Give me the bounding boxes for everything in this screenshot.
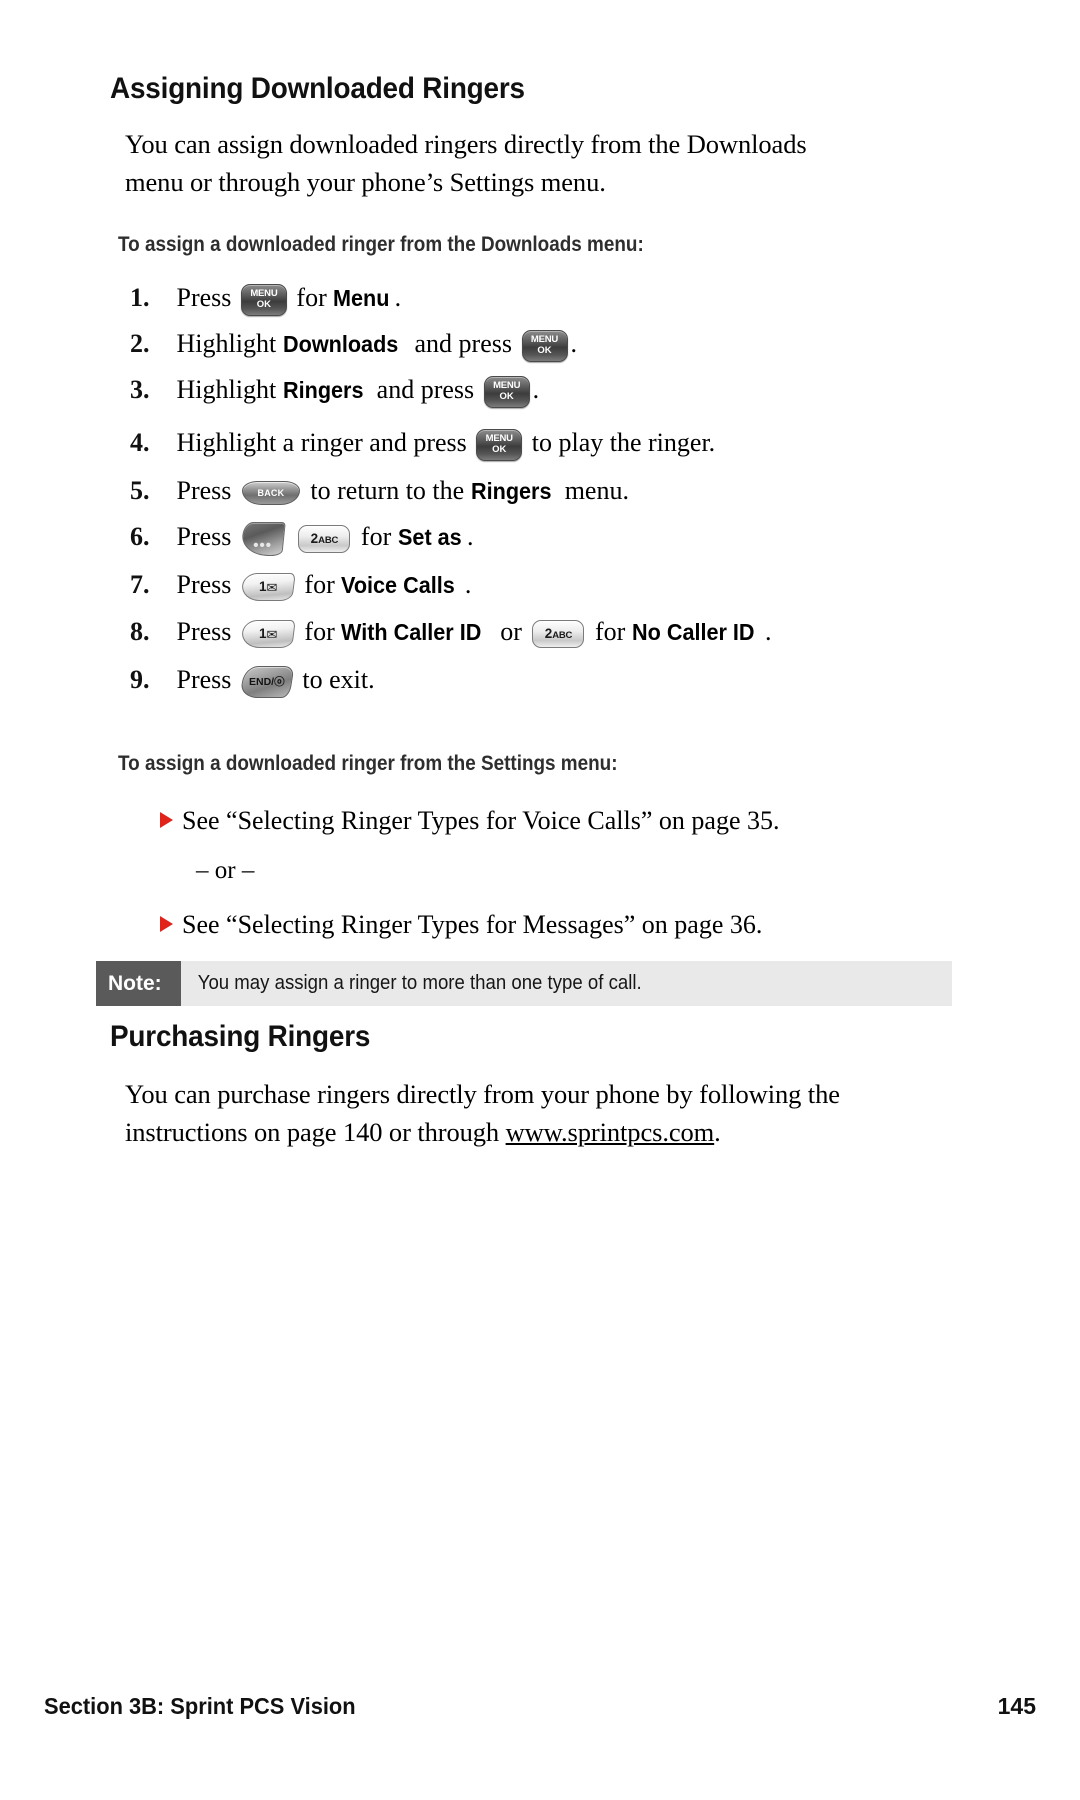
one-message-key-icon: 1✉ [240,573,296,602]
step-bold-label-2: No Caller ID [631,619,755,645]
step-text: Highlight [176,375,277,404]
two-abc-key-icon: 2ABC [298,525,351,554]
step-text: Press [176,476,232,505]
subheading-settings-menu: To assign a downloaded ringer from the S… [118,752,618,775]
intro-paragraph: You can assign downloaded ringers direct… [125,125,807,201]
list-item: 9. Press END/ⓞ to exit. [130,663,375,699]
step-text-mid: for [360,522,392,551]
purchasing-line-2: instructions on page 140 or through www.… [125,1113,840,1151]
step-number: 4. [130,428,150,457]
step-text: Press [176,283,232,312]
cross-reference-item: See “Selecting Ringer Types for Messages… [160,908,762,942]
step-bold-label: Set as [397,524,462,550]
menu-ok-key-icon: MENU OK [483,376,530,409]
page-title-purchasing-ringers: Purchasing Ringers [110,1020,371,1053]
list-item: 4. Highlight a ringer and press MENU OK t… [130,426,716,462]
step-punct: . [765,617,772,646]
options-softkey-icon: ••• [240,522,286,557]
step-text: Press [176,617,232,646]
step-bold-label: Menu [333,285,390,311]
list-item: 7. Press 1✉ for Voice Calls. [130,568,471,602]
menu-ok-key-icon: MENU OK [476,429,523,462]
step-text: Press [176,522,232,551]
step-punct: . [464,570,472,599]
step-punct: . [466,522,474,551]
page-footer: Section 3B: Sprint PCS Vision 145 [44,1690,1036,1722]
triangle-bullet-icon [160,812,173,828]
step-bold-label: With Caller ID [341,619,482,645]
sprintpcs-link[interactable]: www.sprintpcs.com [506,1117,715,1147]
step-punct: . [570,329,578,358]
or-separator: – or – [196,857,255,884]
step-text: Highlight a ringer and press [176,428,467,457]
purchasing-line-1: You can purchase ringers directly from y… [125,1079,840,1109]
end-power-key-icon: END/ⓞ [239,666,295,699]
step-text-mid: for [304,570,335,599]
menu-ok-key-icon: MENU OK [521,330,568,363]
step-number: 7. [130,570,150,599]
step-number: 2. [130,329,150,358]
step-text-post: menu. [564,476,629,505]
menu-ok-key-icon: MENU OK [240,284,287,317]
step-text-mid: and press [376,375,475,404]
list-item: 5. Press BACK to return to the Ringers m… [130,474,629,508]
step-text: Press [176,570,232,599]
note-label: Note: [96,961,181,1006]
intro-line-1: You can assign downloaded ringers direct… [125,129,807,159]
step-number: 8. [130,617,150,646]
step-number: 3. [130,375,150,404]
list-item: 8. Press 1✉ for With Caller ID or 2ABC f… [130,615,772,649]
document-page: Assigning Downloaded Ringers You can ass… [0,0,1080,1800]
step-bold-label: Ringers [470,478,552,504]
list-item: 1. Press MENU OK for Menu. [130,281,402,317]
subheading-downloads-menu: To assign a downloaded ringer from the D… [118,233,644,256]
list-item: 6. Press ••• 2ABC for Set as. [130,520,474,557]
page-number: 145 [997,1692,1036,1719]
step-text-mid: for [296,283,327,312]
step-punct: . [532,375,540,404]
purchasing-paragraph: You can purchase ringers directly from y… [125,1075,840,1151]
step-bold-label: Downloads [282,331,398,357]
cross-reference-text: See “Selecting Ringer Types for Messages… [182,910,763,939]
purchasing-line-2-post: . [714,1117,721,1147]
two-abc-key-icon: 2ABC [532,620,585,649]
step-text-mid: for [304,617,335,646]
triangle-bullet-icon [160,916,173,932]
step-punct: . [394,283,402,312]
step-number: 6. [130,522,150,551]
step-text-post: to exit. [302,665,375,694]
step-text-post: to play the ringer. [531,428,716,457]
note-text: You may assign a ringer to more than one… [197,972,642,994]
step-text-mid: and press [414,329,512,358]
page-title-assigning-downloaded-ringers: Assigning Downloaded Ringers [110,72,525,105]
note-box: Note: You may assign a ringer to more th… [96,961,952,1006]
intro-line-2: menu or through your phone’s Settings me… [125,167,606,197]
step-text-mid-2: for [594,617,626,646]
step-number: 5. [130,476,150,505]
list-item: 2. Highlight Downloads and press MENU OK … [130,327,578,363]
back-key-icon: BACK [241,481,300,506]
purchasing-line-2-pre: instructions on page 140 or through [125,1117,506,1147]
step-text-mid: to return to the [310,476,465,505]
step-number: 9. [130,665,150,694]
step-bold-label: Ringers [282,377,364,403]
step-text: Highlight [176,329,277,358]
one-message-key-icon: 1✉ [240,620,296,649]
list-item: 3. Highlight Ringers and press MENU OK . [130,373,540,409]
step-number: 1. [130,283,150,312]
step-text: Press [176,665,232,694]
step-bold-label: Voice Calls [341,572,455,598]
footer-section-label: Section 3B: Sprint PCS Vision [44,1692,356,1719]
cross-reference-item: See “Selecting Ringer Types for Voice Ca… [160,804,780,838]
step-conjunction: or [500,617,522,646]
cross-reference-text: See “Selecting Ringer Types for Voice Ca… [182,806,780,835]
